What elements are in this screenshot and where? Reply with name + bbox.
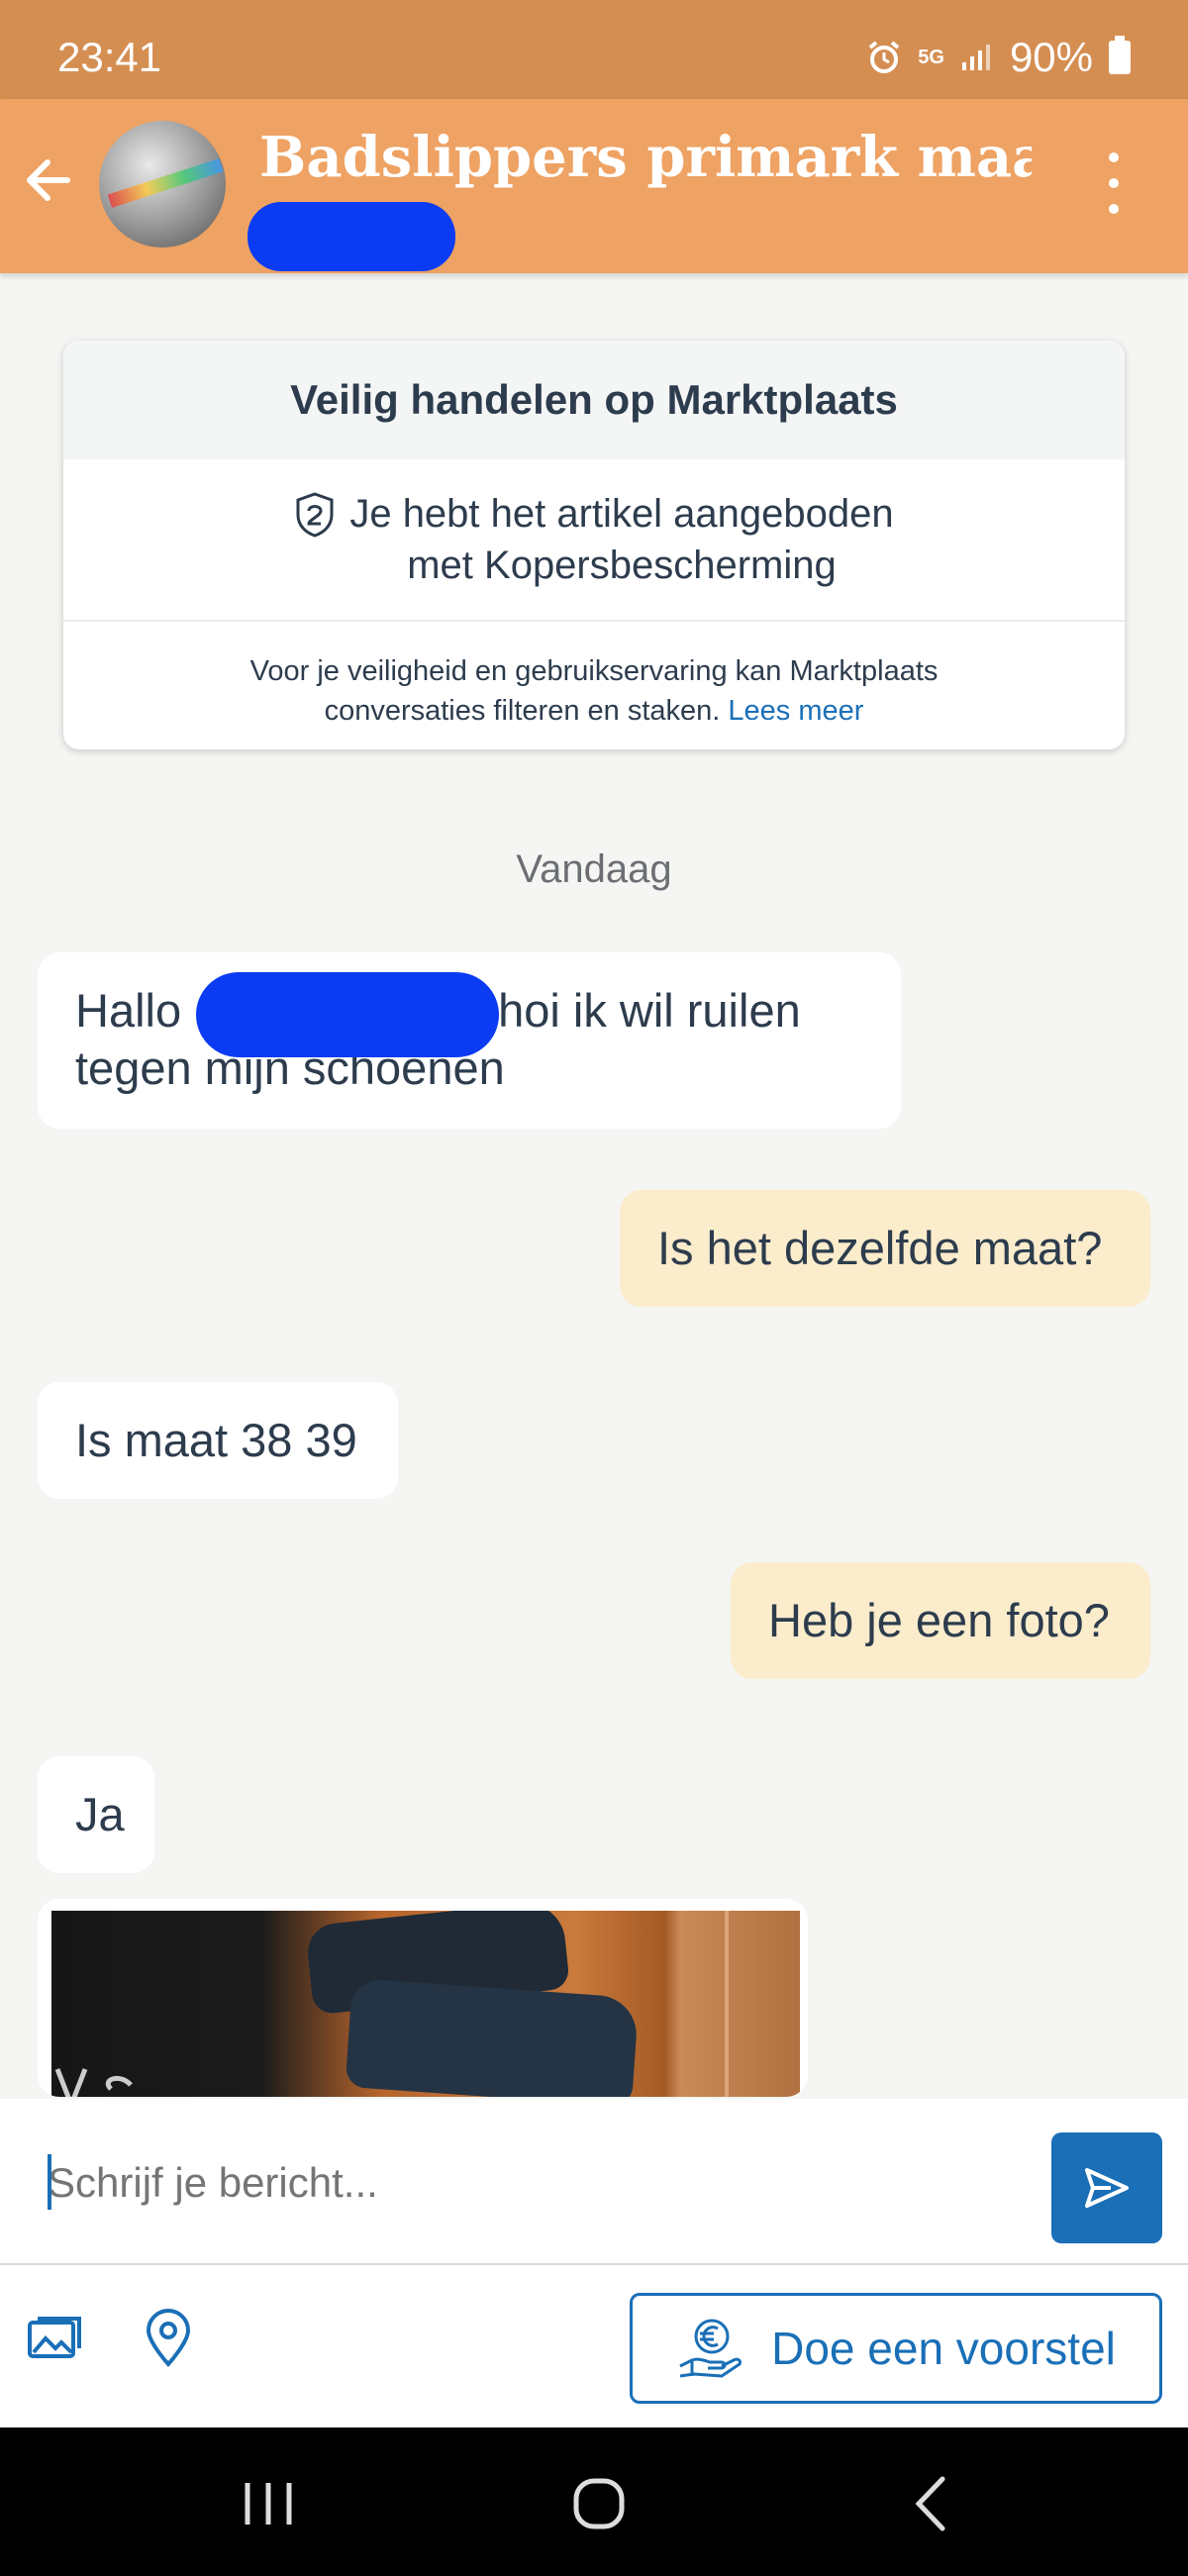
buyer-protection-notice: Je hebt het artikel aangeboden met Koper… xyxy=(63,459,1125,622)
euro-hand-icon xyxy=(679,2319,742,2378)
shoes-photo[interactable] xyxy=(51,1911,800,2097)
alarm-icon xyxy=(868,41,900,73)
chat-toolbar: Doe een voorstel xyxy=(0,2265,1188,2427)
safety-card: Veilig handelen op Marktplaats Je hebt h… xyxy=(63,341,1125,749)
read-more-link[interactable]: Lees meer xyxy=(728,695,863,727)
redacted-name xyxy=(196,972,499,1057)
home-icon[interactable] xyxy=(564,2469,634,2538)
image-gallery-icon[interactable] xyxy=(24,2307,87,2370)
make-offer-button[interactable]: Doe een voorstel xyxy=(630,2293,1162,2404)
status-time: 23:41 xyxy=(57,34,162,80)
send-button[interactable] xyxy=(1051,2132,1162,2243)
chat-header: Badslippers primark maa... xyxy=(0,99,1188,273)
message-text: Is het dezelfde maat? xyxy=(657,1222,1103,1274)
status-bar: 23:41 5G 90% xyxy=(0,0,1188,99)
message-input[interactable] xyxy=(48,2148,998,2218)
message-text: Ja xyxy=(75,1788,125,1840)
moderation-notice: Voor je veiligheid en gebruikservaring k… xyxy=(63,622,1125,731)
shield-icon xyxy=(296,492,334,538)
back-nav-icon[interactable] xyxy=(897,2469,966,2538)
message-text: Hallo xyxy=(75,984,182,1037)
message-outgoing: Is het dezelfde maat? xyxy=(620,1190,1150,1307)
signal-icon xyxy=(961,45,990,70)
arrow-left-icon[interactable] xyxy=(18,149,81,212)
message-composer xyxy=(0,2099,1188,2265)
notice-line-2: conversaties filteren en staken. xyxy=(324,695,721,727)
listing-avatar[interactable] xyxy=(99,121,226,248)
photo-message[interactable] xyxy=(38,1899,808,2097)
network-type: 5G xyxy=(918,47,944,68)
more-vertical-icon[interactable] xyxy=(1089,149,1138,218)
status-indicators: 5G 90% xyxy=(866,34,1131,81)
battery-icon xyxy=(1109,36,1131,74)
day-separator: Vandaag xyxy=(516,847,672,891)
message-incoming: Is maat 38 39 xyxy=(38,1382,398,1499)
notice-line-1: Voor je veiligheid en gebruikservaring k… xyxy=(249,655,939,687)
recent-apps-icon[interactable] xyxy=(234,2469,303,2538)
redacted-username xyxy=(248,202,455,271)
system-nav-bar xyxy=(0,2427,1188,2576)
text-cursor xyxy=(48,2154,51,2210)
protection-line-2: met Kopersbescherming xyxy=(407,544,837,587)
send-icon xyxy=(1085,2168,1129,2208)
safety-card-title: Veilig handelen op Marktplaats xyxy=(63,341,1125,459)
message-text: Heb je een foto? xyxy=(768,1594,1110,1646)
message-outgoing: Heb je een foto? xyxy=(731,1562,1150,1679)
protection-line-1: Je hebt het artikel aangeboden xyxy=(349,492,894,536)
message-text: Is maat 38 39 xyxy=(75,1414,357,1466)
offer-label: Doe een voorstel xyxy=(771,2323,1116,2374)
message-incoming: Ja xyxy=(38,1756,154,1873)
listing-title[interactable]: Badslippers primark maa... xyxy=(259,125,1032,190)
battery-percent: 90% xyxy=(1009,34,1093,80)
message-text: hoi ik wil ruilen xyxy=(498,984,801,1037)
location-pin-icon[interactable] xyxy=(137,2307,200,2370)
